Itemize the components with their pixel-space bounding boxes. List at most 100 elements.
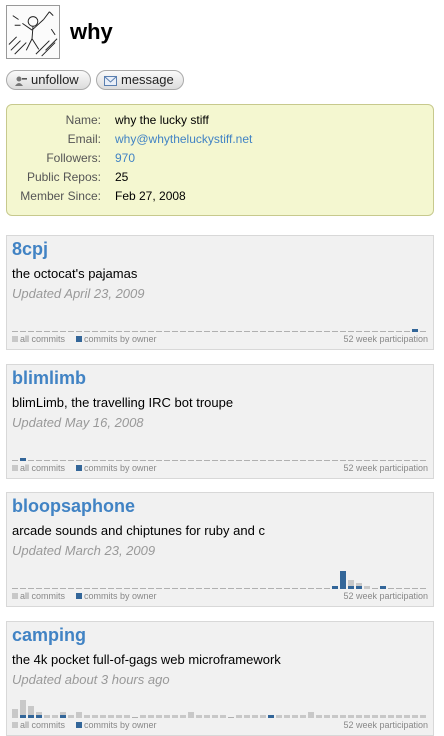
owner-commits-bar — [268, 715, 274, 718]
info-label: Followers: — [46, 151, 101, 165]
all-commits-bar — [44, 715, 50, 718]
all-commits-bar — [52, 715, 58, 718]
participation-graph — [12, 567, 428, 589]
owner-commits-bar — [356, 586, 362, 589]
all-commits-bar — [388, 715, 394, 718]
owner-commits-bar — [340, 571, 346, 589]
repo-card: blimlimb blimLimb, the travelling IRC bo… — [6, 364, 434, 479]
owner-commits-bar — [20, 458, 26, 461]
graph-legend: all commits commits by owner 52 week par… — [12, 591, 428, 601]
legend-owner-commits: commits by owner — [76, 720, 157, 730]
repo-name-link[interactable]: camping — [12, 625, 86, 646]
unfollow-label: unfollow — [31, 72, 79, 87]
all-commits-bar — [316, 715, 322, 718]
avatar[interactable] — [6, 5, 60, 59]
all-commits-bar — [212, 715, 218, 718]
all-commits-bar — [292, 715, 298, 718]
all-commits-bar — [244, 715, 250, 718]
repo-card: 8cpj the octocat's pajamas Updated April… — [6, 235, 434, 350]
repo-name-link[interactable]: 8cpj — [12, 239, 48, 260]
all-commits-bar — [68, 715, 74, 718]
legend-all-commits: all commits — [12, 720, 65, 730]
info-label: Public Repos: — [26, 170, 101, 184]
all-commits-bar — [92, 715, 98, 718]
all-commits-bar — [100, 715, 106, 718]
all-commits-bar — [396, 715, 402, 718]
all-commits-bar — [140, 715, 146, 718]
message-button[interactable]: message — [96, 70, 184, 90]
all-commits-bar — [420, 715, 426, 718]
username: why — [70, 19, 113, 44]
owner-commits-bar — [348, 586, 354, 589]
all-commits-bar — [12, 709, 18, 718]
followers-link[interactable]: 970 — [115, 149, 135, 167]
owner-commits-bar — [36, 715, 42, 718]
participation-graph — [12, 439, 428, 461]
info-row-followers: Followers: 970 — [7, 149, 433, 167]
unfollow-icon — [14, 74, 27, 86]
legend-all-commits: all commits — [12, 463, 65, 473]
all-commits-bar — [348, 715, 354, 718]
all-commits-bar — [308, 712, 314, 718]
all-commits-bar — [124, 715, 130, 718]
repo-description: the octocat's pajamas — [12, 266, 138, 281]
all-commits-bar — [324, 715, 330, 718]
profile-header: why — [6, 5, 436, 61]
owner-commits-bar — [412, 329, 418, 332]
all-commits-bar — [284, 715, 290, 718]
legend-participation: 52 week participation — [343, 720, 428, 730]
info-value: why the lucky stiff — [115, 113, 209, 127]
legend-all-commits: all commits — [12, 591, 65, 601]
legend-owner-commits: commits by owner — [76, 591, 157, 601]
info-value: 25 — [115, 170, 129, 184]
legend-owner-commits: commits by owner — [76, 463, 157, 473]
all-commits-bar — [236, 715, 242, 718]
repo-updated: Updated about 3 hours ago — [12, 672, 170, 687]
graph-legend: all commits commits by owner 52 week par… — [12, 334, 428, 344]
info-row-email: Email: why@whytheluckystiff.net — [7, 130, 433, 148]
graph-legend: all commits commits by owner 52 week par… — [12, 463, 428, 473]
email-link[interactable]: why@whytheluckystiff.net — [115, 130, 252, 148]
all-commits-bar — [108, 715, 114, 718]
info-row-member-since: Member Since: Feb 27, 2008 — [7, 187, 433, 205]
all-commits-bar — [252, 715, 258, 718]
repo-card: bloopsaphone arcade sounds and chiptunes… — [6, 492, 434, 607]
unfollow-button[interactable]: unfollow — [6, 70, 91, 90]
legend-participation: 52 week participation — [343, 463, 428, 473]
all-commits-bar — [412, 715, 418, 718]
owner-commits-bar — [332, 586, 338, 589]
info-row-name: Name: why the lucky stiff — [7, 111, 433, 129]
repo-description: blimLimb, the travelling IRC bot troupe — [12, 395, 234, 410]
repo-name-link[interactable]: blimlimb — [12, 368, 86, 389]
all-commits-bar — [84, 715, 90, 718]
info-value: Feb 27, 2008 — [115, 189, 186, 203]
all-commits-bar — [260, 715, 266, 718]
legend-participation: 52 week participation — [343, 591, 428, 601]
owner-commits-bar — [28, 715, 34, 718]
all-commits-bar — [356, 715, 362, 718]
legend-all-commits: all commits — [12, 334, 65, 344]
all-commits-bar — [332, 715, 338, 718]
avatar-drawing — [7, 6, 59, 58]
repo-name-link[interactable]: bloopsaphone — [12, 496, 135, 517]
info-label: Email: — [67, 132, 101, 146]
user-info-box: Name: why the lucky stiff Email: why@why… — [6, 104, 434, 216]
all-commits-bar — [340, 715, 346, 718]
all-commits-bar — [164, 715, 170, 718]
all-commits-bar — [404, 715, 410, 718]
legend-participation: 52 week participation — [343, 334, 428, 344]
graph-legend: all commits commits by owner 52 week par… — [12, 720, 428, 730]
all-commits-bar — [188, 712, 194, 718]
all-commits-bar — [372, 715, 378, 718]
all-commits-bar — [76, 712, 82, 718]
all-commits-bar — [204, 715, 210, 718]
info-row-repos: Public Repos: 25 — [7, 168, 433, 186]
participation-graph — [12, 696, 428, 718]
repo-card: camping the 4k pocket full-of-gags web m… — [6, 621, 434, 736]
repo-updated: Updated March 23, 2009 — [12, 543, 156, 558]
all-commits-bar — [220, 715, 226, 718]
message-label: message — [121, 72, 174, 87]
all-commits-bar — [156, 715, 162, 718]
all-commits-bar — [276, 715, 282, 718]
repo-updated: Updated April 23, 2009 — [12, 286, 145, 301]
